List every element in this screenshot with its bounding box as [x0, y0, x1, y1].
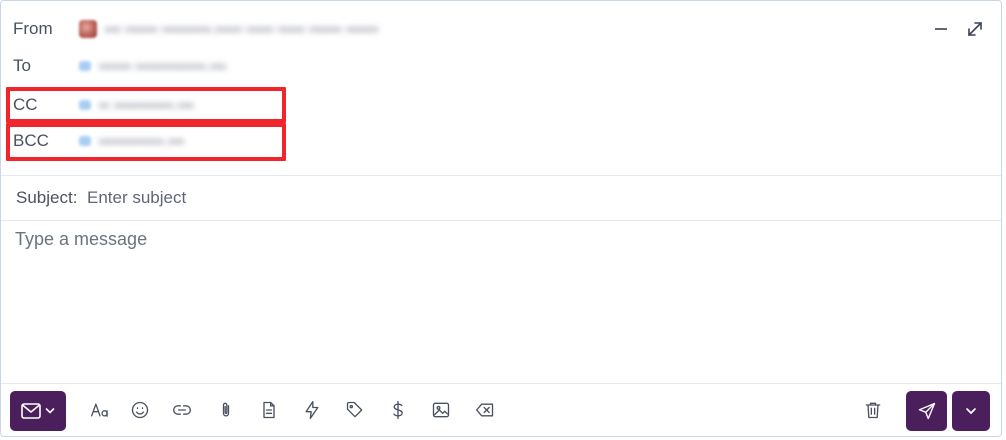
- clear-format-icon: [476, 403, 494, 417]
- emoji-button[interactable]: [128, 398, 152, 422]
- link-button[interactable]: [170, 398, 194, 422]
- from-label: From: [13, 19, 53, 38]
- email-channel-button[interactable]: [10, 391, 66, 431]
- mail-icon: [21, 403, 41, 419]
- to-field[interactable]: •••••• •••••••••••••.•••: [79, 58, 227, 74]
- chevron-down-icon: [45, 408, 55, 414]
- dollar-icon: [393, 401, 403, 419]
- subject-row: Subject:: [1, 177, 1001, 219]
- expand-icon: [968, 22, 982, 36]
- minimize-icon: [935, 28, 947, 30]
- discard-button[interactable]: [861, 398, 885, 422]
- recipient-chip-icon: [79, 61, 91, 71]
- insert-image-button[interactable]: [429, 398, 453, 422]
- quick-action-button[interactable]: [300, 398, 324, 422]
- trash-icon: [865, 402, 881, 419]
- composer-toolbar: [1, 385, 1001, 437]
- template-button[interactable]: [257, 398, 281, 422]
- toolbar-divider: [1, 383, 1001, 384]
- send-options-button[interactable]: [952, 391, 990, 431]
- font-format-button[interactable]: [88, 398, 112, 422]
- link-icon: [173, 405, 191, 415]
- to-address: •••••• •••••••••••••.•••: [99, 58, 227, 74]
- emoji-icon: [131, 401, 149, 419]
- bcc-highlight-box: [6, 123, 286, 161]
- sender-avatar: [79, 20, 97, 38]
- from-row: From ••• •••••• •••••••••.••••• ••••• ••…: [1, 11, 1001, 47]
- header-divider: [1, 175, 1001, 176]
- payment-button[interactable]: [386, 398, 410, 422]
- minimize-button[interactable]: [931, 19, 951, 39]
- subject-label: Subject:: [16, 188, 78, 207]
- tag-icon: [346, 401, 363, 418]
- attachment-icon: [222, 402, 230, 417]
- window-controls: [931, 19, 985, 39]
- expand-button[interactable]: [965, 19, 985, 39]
- attachment-button[interactable]: [214, 398, 238, 422]
- subject-input[interactable]: [87, 183, 687, 213]
- subject-divider: [1, 220, 1001, 221]
- chevron-down-icon: [966, 408, 976, 415]
- send-button[interactable]: [906, 391, 947, 431]
- cc-highlight-box: [6, 87, 286, 123]
- clear-format-button[interactable]: [473, 398, 497, 422]
- image-icon: [432, 402, 450, 418]
- tag-button[interactable]: [343, 398, 367, 422]
- lightning-icon: [305, 401, 319, 419]
- to-row: To •••••• •••••••••••••.•••: [1, 48, 1001, 84]
- to-label: To: [13, 56, 31, 75]
- from-address: ••• •••••• •••••••••.••••• ••••• ••••• •…: [105, 21, 379, 37]
- font-format-icon: [91, 403, 108, 417]
- template-icon: [263, 401, 275, 419]
- from-value[interactable]: ••• •••••• •••••••••.••••• ••••• ••••• •…: [79, 20, 379, 38]
- send-icon: [918, 402, 935, 420]
- message-textarea[interactable]: [15, 229, 985, 369]
- email-composer: From ••• •••••• •••••••••.••••• ••••• ••…: [0, 0, 1002, 437]
